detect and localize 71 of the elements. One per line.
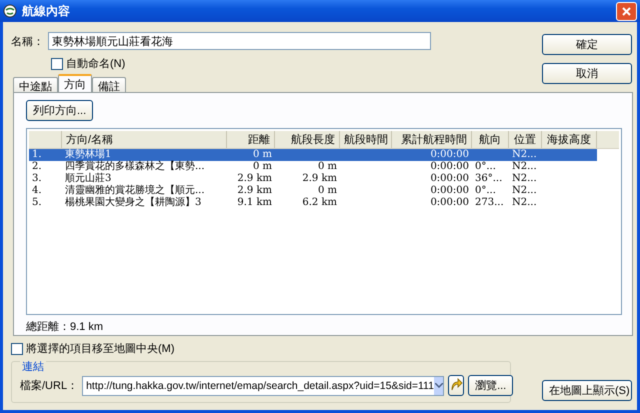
auto-name-checkbox[interactable]	[51, 58, 63, 70]
table-cell-text: 9.1 km	[236, 197, 273, 209]
table-cell-text: 四季賞花的多樣森林之【東勢...	[64, 161, 206, 172]
show-on-map-button[interactable]: 在地圖上顯示(S)	[542, 380, 632, 401]
url-label: 檔案/URL：	[20, 378, 78, 393]
list-row[interactable]: 3. 順元山莊3 2.9 km 2.9 km 0:00:00 36°... N2...	[29, 173, 597, 185]
name-label: 名稱：	[11, 34, 44, 48]
table-cell-text: 0:00:00	[429, 197, 470, 209]
column-header[interactable]: 距離	[227, 131, 275, 148]
dialog-button[interactable]: 確定	[542, 34, 632, 55]
table-cell-text: 0:00:00	[429, 149, 470, 161]
table-cell-text: 3.	[31, 173, 43, 185]
table-cell-text: 4.	[31, 185, 43, 197]
table-cell-text: 2.	[31, 161, 43, 173]
curved-arrow-icon	[449, 377, 464, 391]
table-cell-text: 0 m	[252, 161, 273, 173]
table-cell-text: 0:00:00	[429, 185, 470, 197]
column-header[interactable]: 位置	[509, 131, 542, 148]
column-header[interactable]: 航向	[472, 131, 509, 148]
list-row[interactable]: 2. 四季賞花的多樣森林之【東勢... 0 m 0 m 0:00:00 0°... N2...	[29, 161, 597, 173]
table-cell-text: 6.2 km	[301, 197, 338, 209]
table-cell-text: 0 m	[316, 185, 338, 197]
close-icon	[621, 6, 632, 16]
chevron-down-icon	[434, 383, 443, 388]
tab[interactable]: 方向	[58, 74, 92, 92]
globe-icon	[3, 4, 17, 18]
table-cell-text: 楊桃果園大變身之【耕陶源】3	[64, 197, 202, 209]
table-cell-text: 順元山莊3	[64, 173, 112, 184]
center-label: 將選擇的項目移至地圖中央(M)	[26, 342, 174, 356]
table-cell-text: N2...	[511, 185, 538, 197]
print-button[interactable]: 列印方向...	[26, 100, 94, 121]
column-header[interactable]: 方向/名稱	[62, 131, 227, 148]
table-cell-text: 東勢林場1	[64, 149, 112, 160]
window-title: 航線內容	[22, 2, 71, 20]
table-cell-text: 2.9 km	[301, 173, 338, 185]
url-combo[interactable]: http://tung.hakka.gov.tw/internet/emap/search_detail.aspx?uid=15&sid=111	[82, 376, 444, 396]
list-row[interactable]: 5. 楊桃果園大變身之【耕陶源】3 9.1 km 6.2 km 0:00:00 273... N2...	[29, 197, 597, 209]
table-cell-text: 36°...	[474, 173, 504, 185]
open-link-button[interactable]	[448, 375, 464, 396]
name-field[interactable]: 東勢林場順元山莊看花海	[48, 32, 431, 50]
table-cell-text: N2...	[511, 197, 538, 209]
table-cell-text: 0:00:00	[429, 161, 470, 173]
table-cell-text: 1.	[31, 149, 43, 161]
tab[interactable]: 備註	[92, 77, 126, 92]
table-cell-text: 2.9 km	[236, 185, 273, 197]
center-checkbox[interactable]	[11, 342, 23, 354]
total-distance: 總距離：9.1 km	[26, 320, 104, 334]
table-cell-text: 0 m	[252, 149, 273, 161]
table-cell-text: 273...	[474, 197, 505, 209]
tab[interactable]: 中途點	[13, 77, 58, 92]
list-row[interactable]: 1. 東勢林場1 0 m 0:00:00 N2...	[29, 149, 597, 161]
table-cell-text: N2...	[511, 173, 538, 185]
table-cell-text: 0:00:00	[429, 173, 470, 185]
table-cell-text: 0°...	[474, 185, 497, 197]
column-header[interactable]: 航段長度	[275, 131, 340, 148]
dialog-button[interactable]: 取消	[542, 63, 632, 84]
auto-name-label: 自動命名(N)	[66, 57, 126, 71]
browse-button[interactable]: 瀏覽...	[468, 375, 514, 396]
group-title: 連結	[20, 359, 46, 374]
table-cell-text: 2.9 km	[236, 173, 273, 185]
list-row[interactable]: 4. 清靈幽雅的賞花勝境之【順元... 2.9 km 0 m 0:00:00 0°... N2...	[29, 185, 597, 197]
close-button[interactable]	[616, 2, 637, 20]
table-cell-text: 5.	[31, 197, 43, 209]
column-header[interactable]: 海拔高度	[542, 131, 597, 148]
table-cell-text: 0°...	[474, 161, 497, 173]
table-cell-text: N2...	[511, 161, 538, 173]
table-cell-text: 0 m	[316, 161, 338, 173]
table-cell-text: 清靈幽雅的賞花勝境之【順元...	[64, 185, 206, 196]
column-header[interactable]: 累計航程時間	[392, 131, 472, 148]
column-header[interactable]: 航段時間	[340, 131, 392, 148]
table-cell-text: N2...	[511, 149, 538, 161]
